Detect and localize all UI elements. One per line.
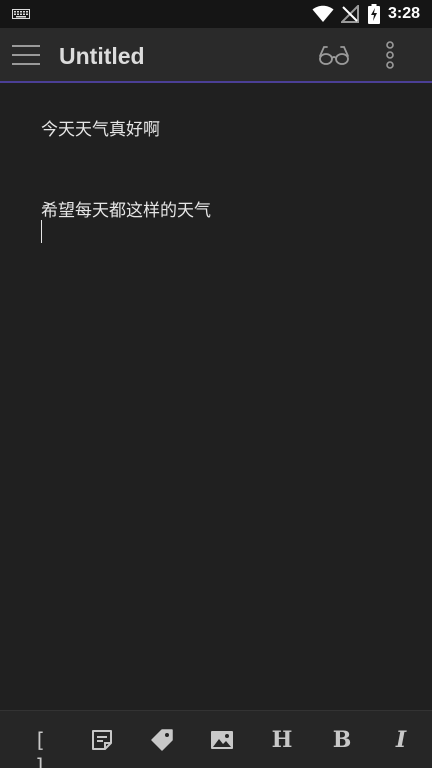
- image-icon: [211, 731, 233, 749]
- heading-icon: H: [271, 727, 293, 753]
- tag-button[interactable]: [149, 727, 175, 753]
- editor-line[interactable]: 希望每天都这样的天气: [41, 196, 211, 221]
- status-time: 3:28: [388, 5, 421, 22]
- app-bar: Untitled: [0, 28, 432, 81]
- no-signal-icon: [341, 5, 359, 23]
- note-title[interactable]: Untitled: [59, 43, 145, 70]
- editor-line[interactable]: 今天天气真好啊: [41, 115, 160, 140]
- wifi-icon: [312, 5, 334, 22]
- brackets-button[interactable]: [ ]: [28, 727, 54, 768]
- hamburger-menu-icon[interactable]: [12, 45, 40, 65]
- sticky-note-icon: [92, 730, 112, 750]
- bold-icon: B: [332, 727, 352, 753]
- battery-charging-icon: [368, 4, 380, 24]
- keyboard-icon: [12, 9, 30, 19]
- image-button[interactable]: [209, 727, 235, 753]
- tag-icon: [151, 729, 173, 751]
- snippet-button[interactable]: [89, 727, 115, 753]
- text-cursor: [41, 220, 42, 243]
- note-editor[interactable]: 今天天气真好啊 希望每天都这样的天气: [0, 83, 432, 710]
- more-vertical-icon[interactable]: [383, 41, 397, 69]
- bold-button[interactable]: B: [329, 727, 355, 753]
- glasses-icon[interactable]: [318, 44, 350, 66]
- heading-button[interactable]: H: [269, 727, 295, 753]
- formatting-toolbar: [ ] H B I: [0, 710, 432, 768]
- italic-button[interactable]: I: [388, 727, 414, 753]
- status-bar: 3:28: [0, 0, 432, 28]
- italic-icon: I: [395, 727, 407, 753]
- app-screen: 3:28 Untitled 今天天气真好啊 希望每天都这样的天气 [] H B…: [0, 0, 432, 768]
- brackets-icon: [ ]: [33, 728, 49, 768]
